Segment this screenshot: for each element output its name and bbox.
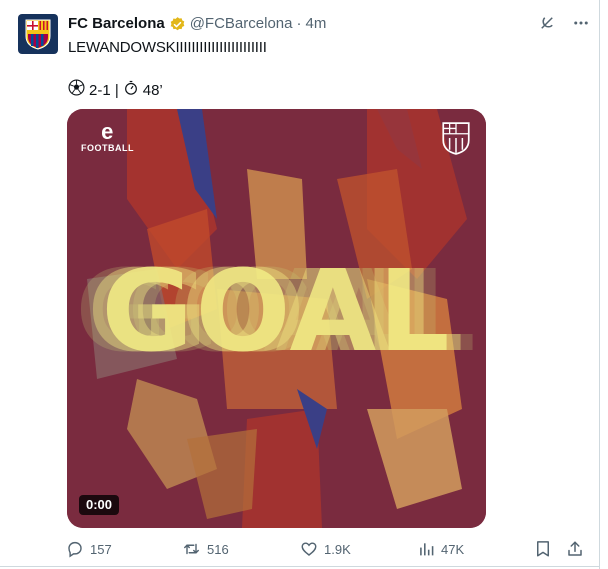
stopwatch-icon [123,79,139,101]
meta-separator: · [296,15,302,32]
video-duration: 0:00 [79,495,120,515]
views-count: 47K [441,541,465,557]
post-time[interactable]: 4m [305,15,326,33]
author-handle[interactable]: @FCBarcelona [190,15,293,33]
author-name[interactable]: FC Barcelona [68,15,165,33]
score-line: 2-1 | 48’ [68,79,163,101]
match-score: 2-1 | [89,81,119,99]
match-minute: 48’ [142,81,163,99]
views-icon [418,540,435,558]
frame-border-bottom [0,566,600,567]
share-button[interactable] [566,540,584,558]
action-bar: 157 516 1.9K 47K [0,540,600,562]
views-button[interactable]: 47K [418,540,464,558]
repost-count: 516 [207,541,229,557]
bookmark-button[interactable] [535,540,551,558]
efootball-logo: e FOOTBALL [81,119,134,154]
goal-headline: GOAL [101,247,452,377]
grok-icon[interactable] [538,14,556,37]
like-count: 1.9K [324,541,351,557]
avatar[interactable] [18,14,58,54]
reply-icon [66,540,84,558]
frame-border-right [599,0,600,569]
like-button[interactable]: 1.9K [300,540,351,558]
reply-count: 157 [90,541,112,557]
repost-icon [182,540,201,558]
video-player[interactable]: GOAL e FOOTBALL 0:00 [67,109,486,528]
efootball-e-mark: e [101,119,114,144]
bookmark-icon [535,540,551,558]
verified-badge-icon [169,16,186,33]
fcb-crest-watermark-icon [441,121,471,155]
tweet-text: LEWANDOWSKIIIIIIIIIIIIIIIIIIIIIII [68,39,267,56]
fcb-crest-icon [25,19,51,50]
top-actions [538,14,590,37]
more-icon[interactable] [572,14,590,37]
repost-button[interactable]: 516 [182,540,229,558]
tweet-header: FC Barcelona @FCBarcelona · 4m [68,15,326,33]
efootball-label: FOOTBALL [81,143,134,153]
share-icon [566,540,584,558]
like-icon [300,540,318,558]
soccer-ball-icon [68,79,85,101]
reply-button[interactable]: 157 [66,540,112,558]
